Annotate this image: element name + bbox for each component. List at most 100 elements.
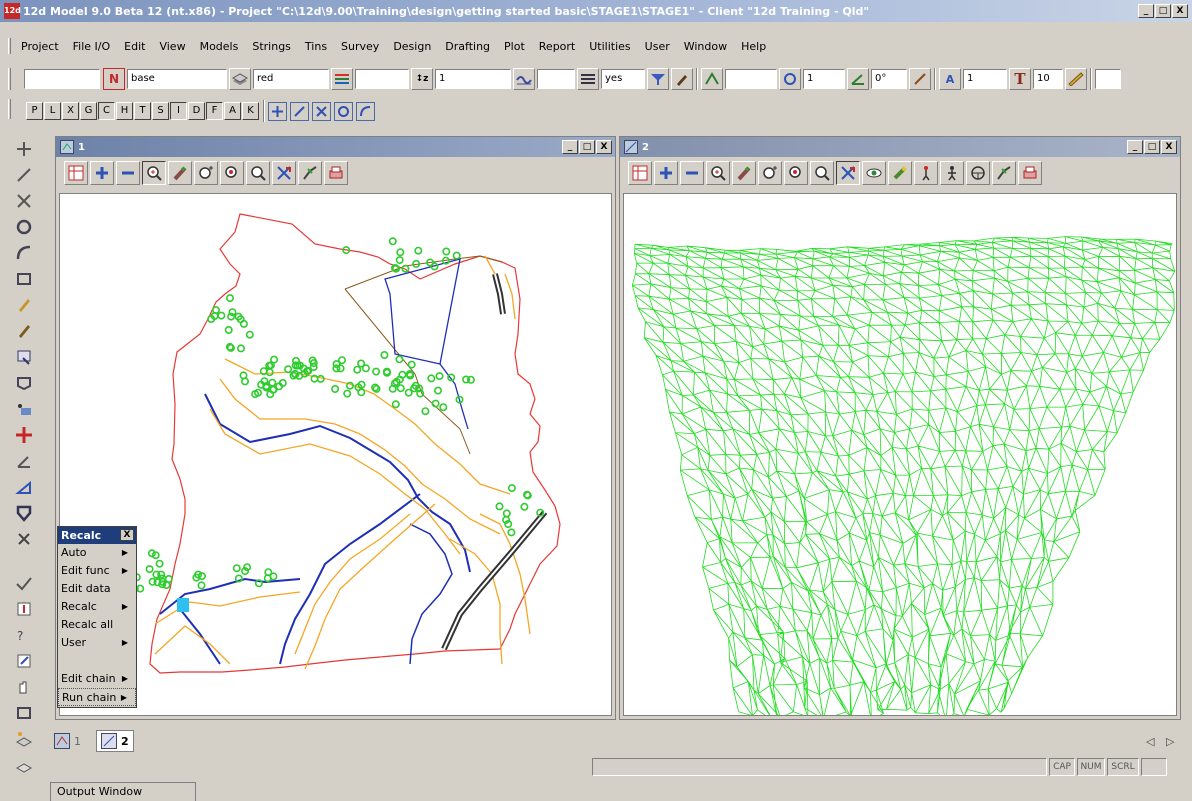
name-button[interactable]: N xyxy=(103,68,125,90)
plot-icon[interactable] xyxy=(324,161,348,185)
recalc-menu-title[interactable]: Recalc X xyxy=(58,527,136,544)
zoom-out-icon[interactable] xyxy=(116,161,140,185)
recalc-close-button[interactable]: X xyxy=(120,529,134,541)
toolbar-grip[interactable] xyxy=(8,99,11,119)
output-window-tab[interactable]: Output Window xyxy=(50,782,196,801)
select-icon[interactable] xyxy=(992,161,1016,185)
angle-icon[interactable] xyxy=(847,68,869,90)
view-1-titlebar[interactable]: 1 xyxy=(56,137,615,157)
menu-design[interactable]: Design xyxy=(386,40,438,53)
snap-d-button[interactable]: D xyxy=(188,102,205,120)
pan-icon[interactable] xyxy=(732,161,756,185)
menu-item-run-chain[interactable]: Run chain ▶ xyxy=(58,688,136,706)
eye-icon[interactable] xyxy=(862,161,886,185)
snap-h-button[interactable]: H xyxy=(116,102,133,120)
text-button[interactable]: T xyxy=(1009,68,1031,90)
menu-tins[interactable]: Tins xyxy=(298,40,334,53)
funnel-icon[interactable] xyxy=(647,68,669,90)
scroll-left-button[interactable]: ◁ xyxy=(1146,730,1154,752)
snap-point-icon[interactable] xyxy=(268,101,287,121)
height-field[interactable]: 10 xyxy=(1033,69,1063,89)
zoom-plus-icon[interactable] xyxy=(194,161,218,185)
view-2-titlebar[interactable]: 2 xyxy=(620,137,1180,157)
text-pen-tool-icon[interactable] xyxy=(12,294,36,316)
plan-canvas[interactable] xyxy=(59,193,612,716)
snap-l-button[interactable]: L xyxy=(44,102,61,120)
z-value-icon[interactable]: ↕z xyxy=(411,68,433,90)
menu-user[interactable]: User xyxy=(638,40,677,53)
zoom-extent-icon[interactable] xyxy=(246,161,270,185)
hand-tool-icon[interactable] xyxy=(12,676,36,698)
text-size-icon[interactable]: A xyxy=(939,68,961,90)
view-2-close-button[interactable]: X xyxy=(1161,140,1177,154)
pick-icon[interactable] xyxy=(272,161,296,185)
pen-icon[interactable] xyxy=(671,68,693,90)
text-style-icon[interactable] xyxy=(701,68,723,90)
snap-g-button[interactable]: G xyxy=(80,102,97,120)
style-icon[interactable] xyxy=(513,68,535,90)
steering-icon[interactable] xyxy=(966,161,990,185)
menu-item-edit-chain[interactable]: Edit chain ▶ xyxy=(58,670,136,688)
zoom-out-icon[interactable] xyxy=(680,161,704,185)
linestyle-field[interactable] xyxy=(355,69,409,89)
check-tool-icon[interactable] xyxy=(12,572,36,594)
menu-item-edit-func[interactable]: Edit func ▶ xyxy=(58,562,136,580)
line-weight-icon[interactable] xyxy=(577,68,599,90)
menu-drafting[interactable]: Drafting xyxy=(438,40,497,53)
tab-view-1[interactable]: 1 xyxy=(54,730,81,752)
view-2-maximize-button[interactable]: □ xyxy=(1144,140,1160,154)
pan-icon[interactable] xyxy=(168,161,192,185)
delete-tool-icon[interactable] xyxy=(12,528,36,550)
menu-file-io[interactable]: File I/O xyxy=(66,40,118,53)
menu-edit[interactable]: Edit xyxy=(117,40,152,53)
maximize-button[interactable]: □ xyxy=(1155,4,1171,18)
slope-tool-icon[interactable] xyxy=(12,476,36,498)
menu-item-recalc-all[interactable]: Recalc all xyxy=(58,616,136,634)
zoom-extent-icon[interactable] xyxy=(810,161,834,185)
menu-plot[interactable]: Plot xyxy=(497,40,532,53)
arc-tool-icon[interactable] xyxy=(12,242,36,264)
menu-item-user[interactable]: User ▶ xyxy=(58,634,136,652)
base-field[interactable]: base xyxy=(127,69,227,89)
view-menu-icon[interactable] xyxy=(628,161,652,185)
select-icon[interactable] xyxy=(298,161,322,185)
cross-tool-icon[interactable] xyxy=(12,190,36,212)
zoom-plus-icon[interactable] xyxy=(758,161,782,185)
zoom-in-icon[interactable] xyxy=(90,161,114,185)
model-field[interactable] xyxy=(24,69,100,89)
edit-tool-icon[interactable] xyxy=(12,346,36,368)
snap-t-button[interactable]: T xyxy=(134,102,151,120)
stack-tool-icon[interactable] xyxy=(12,754,36,776)
menu-project[interactable]: Project xyxy=(14,40,66,53)
info-tool-icon[interactable] xyxy=(12,598,36,620)
size-field[interactable]: 1 xyxy=(963,69,1007,89)
zoom-window-icon[interactable] xyxy=(142,161,166,185)
weight-field[interactable]: 1 xyxy=(435,69,511,89)
title-bar[interactable]: 12d 12d Model 9.0 Beta 12 (nt.x86) - Pro… xyxy=(0,0,1192,22)
text-field[interactable] xyxy=(725,69,777,89)
snap-arc-icon[interactable] xyxy=(356,101,375,121)
visible-field[interactable]: yes xyxy=(601,69,645,89)
query-tool-icon[interactable]: ? xyxy=(12,624,36,646)
close-button[interactable]: X xyxy=(1172,4,1188,18)
view-1-close-button[interactable]: X xyxy=(596,140,612,154)
zoom-target-icon[interactable] xyxy=(220,161,244,185)
plot-icon[interactable] xyxy=(1018,161,1042,185)
pick-icon[interactable] xyxy=(836,161,860,185)
view-1-minimize-button[interactable]: _ xyxy=(562,140,578,154)
menu-help[interactable]: Help xyxy=(734,40,773,53)
menu-window[interactable]: Window xyxy=(677,40,734,53)
style-field[interactable] xyxy=(537,69,575,89)
toolbar-grip[interactable] xyxy=(8,68,11,90)
zoom-target-icon[interactable] xyxy=(784,161,808,185)
menu-item-auto[interactable]: Auto ▶ xyxy=(58,544,136,562)
tab-view-2[interactable]: 2 xyxy=(96,730,134,752)
snap-k-button[interactable]: K xyxy=(242,102,259,120)
snap-circle-icon[interactable] xyxy=(334,101,353,121)
snap-p-button[interactable]: P xyxy=(26,102,43,120)
scroll-right-button[interactable]: ▷ xyxy=(1166,730,1174,752)
snap-x-button[interactable]: X xyxy=(62,102,79,120)
view-1-maximize-button[interactable]: □ xyxy=(579,140,595,154)
circle-tool-icon[interactable] xyxy=(12,216,36,238)
zoom-in-icon[interactable] xyxy=(654,161,678,185)
